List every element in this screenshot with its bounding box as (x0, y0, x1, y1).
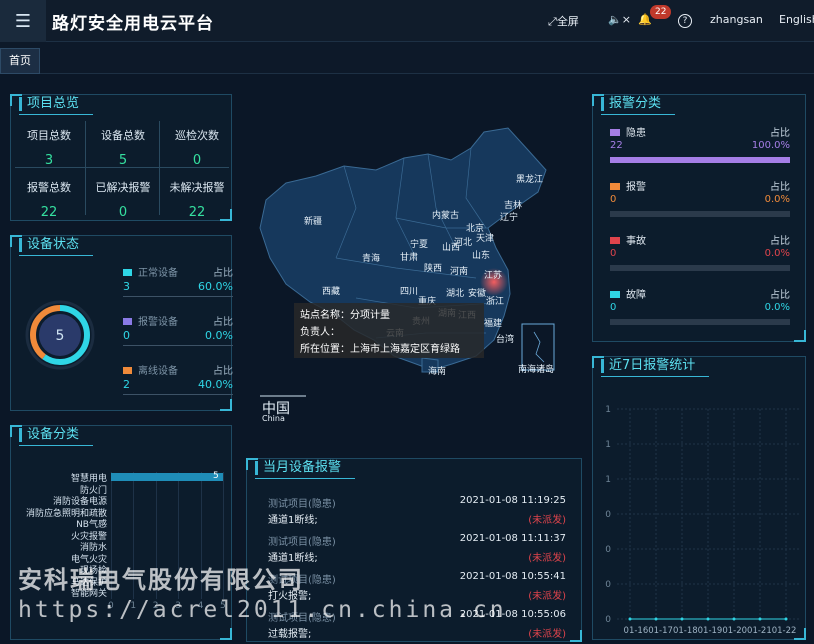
province-label: 河南 (450, 267, 469, 277)
y-tick-label: 1 (605, 440, 611, 450)
alarm-pct-header: 占比 (770, 290, 790, 301)
province-label: 宁夏 (410, 240, 429, 250)
alarm-category-row: 事故 占比 0 0.0% (610, 232, 790, 271)
panel-title: 设备状态 (19, 234, 94, 256)
alarm-category-name: 隐患 (626, 128, 646, 139)
alarm-count: 0 (610, 248, 617, 259)
alarm-count: 0 (610, 194, 617, 205)
project-overview-panel: 项目总览 项目总数 3 设备总数 5 巡检次数 0 报警总数 22 已解决报警 0 未解决… (10, 94, 232, 221)
alarm-bar-track (610, 211, 790, 217)
alarm-count: 22 (610, 140, 623, 151)
province-label: 内蒙古 (432, 211, 460, 221)
province-label: 黑龙江 (516, 175, 544, 185)
alarm-category-name: 故障 (626, 290, 646, 301)
alarm-pct: 0.0% (764, 302, 790, 313)
province-label: 山西 (442, 243, 461, 253)
y-tick-label: 0 (605, 615, 611, 625)
mute-icon[interactable]: 🔈× (608, 13, 631, 26)
province-label: 四川 (400, 287, 419, 297)
china-map[interactable]: 黑龙江 吉林 辽宁 内蒙古 新疆 北京 天津 河北 宁夏 山西 山东 青海 甘肃 陕西 河南 江苏 西藏 四川 湖北… (246, 88, 582, 450)
tab-bar: 首页 (0, 42, 814, 74)
alarm-pct-header: 占比 (770, 128, 790, 139)
notification-badge: 22 (650, 5, 672, 19)
watermark-url: https://acrel2011.cn.china.cn (18, 597, 507, 623)
alarm-pct-header: 占比 (770, 182, 790, 193)
alarm-bar-track (610, 265, 790, 271)
province-label: 浙江 (486, 297, 505, 307)
legend-swatch (610, 291, 620, 298)
province-label: 西藏 (322, 287, 341, 297)
device-status-donut: 5 (25, 300, 95, 370)
panel-title: 项目总览 (19, 93, 94, 115)
donut-total: 5 (56, 328, 65, 344)
username[interactable]: zhangsan (710, 13, 763, 26)
province-label: 江苏 (484, 271, 503, 281)
map-country-sub: China (262, 414, 285, 423)
stat-alarm-unresolved: 未解决报警 22 (169, 181, 225, 220)
fullscreen-button[interactable]: ⤢全屏 (548, 13, 579, 29)
alarm-bar-track (610, 157, 790, 163)
alarm-bar-fill (610, 157, 790, 163)
tab-home[interactable]: 首页 (0, 48, 40, 74)
province-label: 安徽 (468, 289, 487, 299)
alarm-pct: 0.0% (764, 194, 790, 205)
x-tick-labels: 01-1601-1701-1801-1901-2001-2101-22 (624, 626, 797, 636)
alarm-category-row: 报警 占比 0 0.0% (610, 178, 790, 217)
province-label: 台湾 (496, 335, 515, 345)
y-tick-label: 0 (605, 510, 611, 520)
province-label: 海南 (428, 367, 447, 377)
panel-title: 报警分类 (601, 93, 676, 115)
alarm-pct: 100.0% (751, 140, 790, 151)
province-label: 福建 (484, 319, 503, 329)
stat-device-total: 设备总数 5 (101, 129, 145, 168)
stat-alarm-total: 报警总数 22 (27, 181, 71, 220)
panel-title: 当月设备报警 (255, 457, 356, 479)
stat-inspection-count: 巡检次数 0 (175, 129, 219, 168)
map-tooltip: 站点名称：分项计量 负责人： 所在位置：上海市上海嘉定区育绿路 (294, 303, 484, 358)
app-title: 路灯安全用电云平台 (52, 14, 214, 34)
alarm-pct: 0.0% (764, 248, 790, 259)
stat-project-total: 项目总数 3 (27, 129, 71, 168)
y-tick-label: 1 (605, 475, 611, 485)
legend-normal: 正常设备 占比 3 60.0% (123, 264, 233, 297)
device-status-panel: 设备状态 5 正常设备 占比 3 60.0% 报警设备 占比 0 0.0% 离线… (10, 234, 233, 411)
alarm-pct-header: 占比 (770, 236, 790, 247)
alarm-category-row: 故障 占比 0 0.0% (610, 286, 790, 325)
y-tick-label: 0 (605, 580, 611, 590)
help-icon[interactable]: ? (678, 14, 692, 28)
province-label: 青海 (362, 254, 381, 264)
legend-swatch (610, 237, 620, 244)
alarm-category-name: 报警 (626, 182, 646, 193)
language-switch[interactable]: English (779, 13, 814, 26)
legend-offline: 离线设备 占比 2 40.0% (123, 362, 233, 395)
legend-alarm: 报警设备 占比 0 0.0% (123, 313, 233, 346)
province-label: 新疆 (304, 217, 323, 227)
bell-icon[interactable]: 🔔 (638, 13, 652, 26)
menu-toggle-icon[interactable]: ☰ (0, 0, 46, 42)
province-label: 天津 (476, 234, 495, 244)
top-bar: ☰ 路灯安全用电云平台 ⤢全屏 🔈× 🔔 22 ? zhangsan Engli… (0, 0, 814, 42)
province-label: 南海诸岛 (518, 365, 555, 375)
alarm-bar-track (610, 319, 790, 325)
legend-swatch (610, 129, 620, 136)
province-label: 陕西 (424, 264, 443, 274)
watermark-company: 安科瑞电气股份有限公司 (18, 566, 304, 594)
province-label: 湖北 (446, 289, 465, 299)
province-label: 甘肃 (400, 253, 419, 263)
bar-value-label: 5 (213, 471, 219, 481)
fullscreen-icon: ⤢ (548, 15, 557, 28)
weekly-alarms-chart: 0 0 0 0 1 1 1 01-1601-1701-1801-1901-2001-2101-… (605, 405, 799, 636)
y-tick-label: 0 (605, 545, 611, 555)
province-labels: 黑龙江 吉林 辽宁 内蒙古 新疆 北京 天津 河北 宁夏 山西 山东 青海 甘肃 陕西 河南 江苏 西藏 四川 湖北… (246, 88, 582, 450)
province-label: 山东 (472, 251, 491, 261)
province-label: 辽宁 (500, 213, 519, 223)
legend-swatch (610, 183, 620, 190)
alarm-category-name: 事故 (626, 236, 646, 247)
stat-alarm-resolved: 已解决报警 0 (95, 181, 151, 220)
weekly-alarms-panel: 近7日报警统计 0 0 0 0 1 1 1 01-1601-1701-1801-1901-20… (592, 356, 806, 640)
y-tick-label: 1 (605, 405, 611, 415)
alarm-category-row: 隐患 占比 22 100.0% (610, 124, 790, 163)
category-bar (111, 473, 223, 481)
alarm-count: 0 (610, 302, 617, 313)
